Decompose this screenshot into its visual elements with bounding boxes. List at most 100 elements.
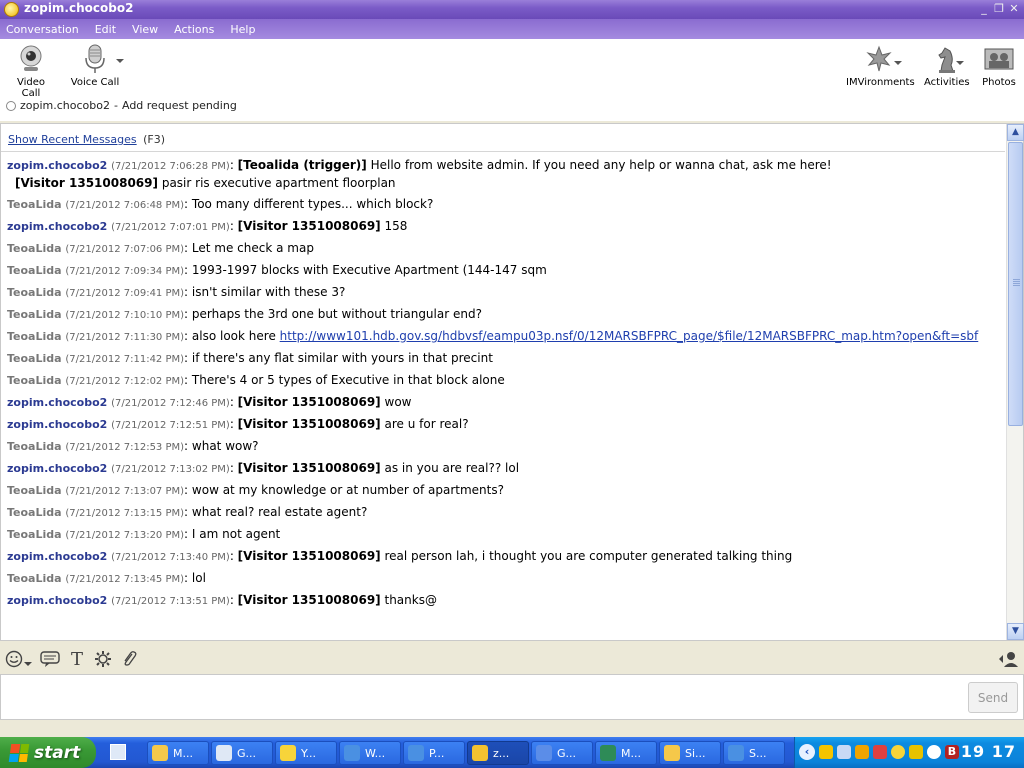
message-continuation: [Visitor 1351008069] pasir ris executive… (7, 175, 1005, 192)
restore-button[interactable]: ❐ (993, 2, 1005, 15)
vertical-scrollbar[interactable]: ▲ ▼ (1006, 124, 1024, 640)
imvironments-button[interactable]: IMVironments (846, 43, 915, 88)
message-sender: zopim.chocobo2 (7, 159, 108, 172)
antivirus-icon[interactable] (873, 745, 887, 759)
text-format-icon[interactable]: T (67, 649, 87, 670)
show-recent-messages-link[interactable]: Show Recent Messages (8, 133, 137, 146)
message-row: zopim.chocobo2 (7/21/2012 7:12:46 PM): [… (7, 395, 412, 409)
task-label: P... (429, 746, 445, 760)
audible-icon[interactable] (40, 649, 60, 669)
message-time: (7/21/2012 7:12:02 PM) (65, 376, 185, 387)
yahoo-smiley-icon[interactable] (891, 745, 905, 759)
message-visitor-tag: [Visitor 1351008069] (237, 395, 381, 409)
message-sender: TeoaLida (7, 242, 62, 255)
taskbar-task-button[interactable]: Si... (659, 741, 721, 765)
message-time: (7/21/2012 7:12:46 PM) (111, 398, 230, 409)
message-row: zopim.chocobo2 (7/21/2012 7:06:28 PM): [… (7, 157, 1005, 192)
message-sender: TeoaLida (7, 330, 62, 343)
message-time: (7/21/2012 7:13:07 PM) (65, 486, 185, 497)
message-sender: zopim.chocobo2 (7, 418, 108, 431)
message-visitor-tag: [Visitor 1351008069] (237, 549, 381, 563)
send-button[interactable]: Send (968, 682, 1018, 713)
video-call-label: Video Call (16, 77, 46, 99)
video-call-button[interactable]: Video Call (8, 43, 54, 99)
message-time: (7/21/2012 7:13:20 PM) (65, 530, 185, 541)
close-button[interactable]: ✕ (1008, 2, 1020, 15)
taskbar-task-button[interactable]: Y... (275, 741, 337, 765)
settings-gear-icon[interactable] (93, 649, 113, 669)
scroll-up-button[interactable]: ▲ (1007, 124, 1024, 141)
menu-actions[interactable]: Actions (174, 23, 214, 36)
menu-conversation[interactable]: Conversation (6, 23, 79, 36)
contact-details-icon[interactable] (998, 649, 1018, 669)
emoticon-dropdown-icon[interactable] (24, 662, 32, 666)
photos-button[interactable]: Photos (980, 43, 1018, 88)
task-app-icon (536, 745, 552, 761)
message-sender: zopim.chocobo2 (7, 594, 108, 607)
message-link[interactable]: http://www101.hdb.gov.sg/hdbvsf/eampu03p… (280, 329, 979, 343)
start-button[interactable]: start (0, 737, 96, 768)
status-separator: - (114, 99, 118, 112)
message-text: There's 4 or 5 types of Executive in tha… (191, 373, 505, 387)
task-label: G... (237, 746, 257, 760)
speaker-icon[interactable] (927, 745, 941, 759)
network-icon[interactable] (837, 745, 851, 759)
taskbar-task-button[interactable]: P... (403, 741, 465, 765)
message-sender: TeoaLida (7, 572, 62, 585)
message-time: (7/21/2012 7:11:30 PM) (65, 332, 185, 343)
status-text: Add request pending (121, 99, 237, 112)
task-app-icon (600, 745, 616, 761)
minimize-button[interactable]: _ (978, 2, 990, 15)
emoticon-icon[interactable] (4, 649, 24, 669)
scroll-down-button[interactable]: ▼ (1007, 623, 1024, 640)
message-text: pasir ris executive apartment floorplan (161, 176, 396, 190)
imvironments-dropdown-icon[interactable] (894, 61, 902, 65)
activities-label: Activities (924, 77, 970, 88)
task-label: M... (621, 746, 641, 760)
taskbar-task-button[interactable]: M... (595, 741, 657, 765)
message-text: 1993-1997 blocks with Executive Apartmen… (191, 263, 547, 277)
task-app-icon (344, 745, 360, 761)
contact-name[interactable]: zopim.chocobo2 (20, 99, 110, 112)
activities-dropdown-icon[interactable] (956, 61, 964, 65)
task-app-icon (216, 745, 232, 761)
message-row: TeoaLida (7/21/2012 7:10:10 PM): perhaps… (7, 307, 482, 321)
b-app-icon[interactable]: B (945, 745, 959, 759)
message-visitor-tag: [Visitor 1351008069] (237, 593, 381, 607)
message-sender: TeoaLida (7, 264, 62, 277)
message-sender: TeoaLida (7, 198, 62, 211)
messenger-tray-icon[interactable] (855, 745, 869, 759)
voice-call-dropdown-icon[interactable] (116, 59, 124, 63)
message-time: (7/21/2012 7:06:48 PM) (65, 200, 185, 211)
tray-expand-icon[interactable]: ‹ (799, 744, 815, 760)
show-desktop-icon[interactable] (110, 744, 126, 760)
message-time: (7/21/2012 7:12:53 PM) (65, 442, 185, 453)
message-list: zopim.chocobo2 (7/21/2012 7:06:28 PM): [… (1, 154, 1005, 641)
imvironments-label: IMVironments (846, 77, 915, 88)
paperclip-icon[interactable] (119, 649, 139, 669)
composer-toolbar: T (0, 645, 1024, 673)
message-visitor-tag: [Visitor 1351008069] (15, 176, 158, 190)
voice-call-button[interactable]: Voice Call (70, 43, 120, 88)
taskbar-task-button[interactable]: M... (147, 741, 209, 765)
message-row: TeoaLida (7/21/2012 7:11:30 PM): also lo… (7, 329, 979, 343)
message-sender: TeoaLida (7, 286, 62, 299)
activities-button[interactable]: Activities (924, 43, 970, 88)
taskbar-task-button[interactable]: z... (467, 741, 529, 765)
shield-icon[interactable] (819, 745, 833, 759)
message-time: (7/21/2012 7:11:42 PM) (65, 354, 185, 365)
menu-help[interactable]: Help (230, 23, 255, 36)
message-time: (7/21/2012 7:10:10 PM) (65, 310, 185, 321)
taskbar-task-button[interactable]: W... (339, 741, 401, 765)
taskbar-task-button[interactable]: G... (211, 741, 273, 765)
task-label: G... (557, 746, 577, 760)
message-visitor-tag: [Visitor 1351008069] (237, 219, 381, 233)
message-text: lol (191, 571, 206, 585)
message-input-area[interactable]: Send (0, 674, 1024, 720)
menu-view[interactable]: View (132, 23, 158, 36)
taskbar-task-button[interactable]: G... (531, 741, 593, 765)
taskbar-task-button[interactable]: S... (723, 741, 785, 765)
drive-icon[interactable] (909, 745, 923, 759)
menu-edit[interactable]: Edit (95, 23, 116, 36)
scroll-thumb[interactable] (1008, 142, 1023, 426)
